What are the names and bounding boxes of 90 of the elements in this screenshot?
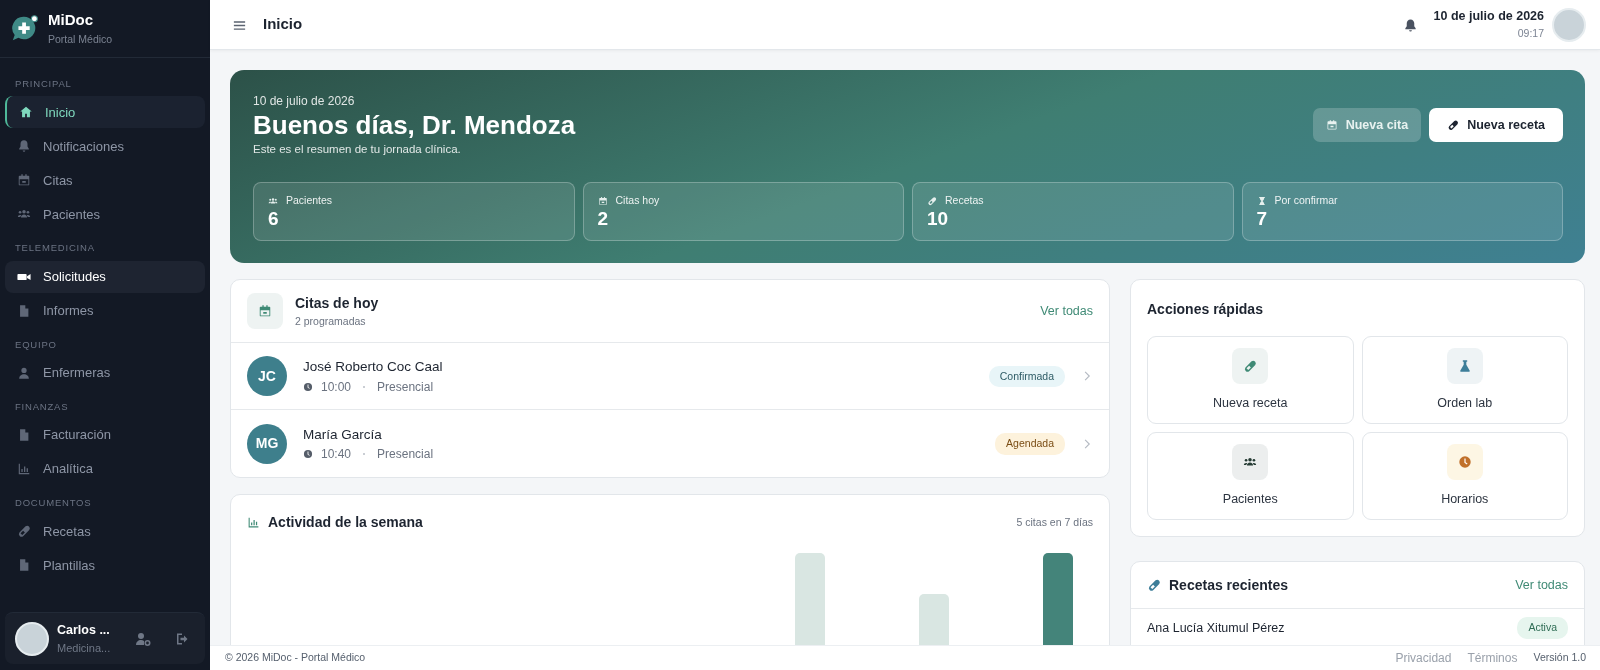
- stat-value: 6: [268, 209, 280, 231]
- appointment-row[interactable]: JC José Roberto Coc Caal 10:00 Presencial Confirmada: [231, 343, 1109, 411]
- flask-icon: [1457, 359, 1472, 374]
- appointment-time: 10:40: [321, 446, 352, 464]
- card-title: Actividad de la semana: [268, 512, 423, 532]
- stat-label: Pacientes: [286, 193, 333, 209]
- pill-icon: [1147, 578, 1161, 593]
- pill-icon: [1243, 359, 1258, 374]
- avatar: [15, 621, 49, 656]
- brand-name: MiDoc: [48, 10, 94, 31]
- patient-name: Ana Lucía Xitumul Pérez: [1147, 619, 1286, 637]
- card-subtitle: 2 programadas: [295, 314, 367, 330]
- pill-icon: [17, 524, 31, 539]
- version-text: Versión 1.0: [1533, 650, 1586, 666]
- stat-value: 10: [927, 209, 950, 231]
- stat-value: 7: [1256, 209, 1269, 231]
- pill-icon: [1447, 119, 1460, 131]
- bell-icon: [1402, 17, 1418, 33]
- sidebar-item[interactable]: Pacientes: [5, 198, 205, 231]
- user-settings-icon: [135, 631, 151, 648]
- clock-icon: [303, 381, 313, 392]
- sidebar-item[interactable]: Enfermeras: [5, 356, 205, 389]
- stat-value: 2: [597, 209, 610, 231]
- sidebar-item[interactable]: Citas: [5, 164, 205, 197]
- header-time: 09:17: [1516, 26, 1544, 41]
- sidebar-item[interactable]: Analítica: [5, 453, 205, 485]
- clock-icon: [1457, 455, 1472, 470]
- bar-chart-icon: [247, 515, 260, 529]
- avatar: [1552, 7, 1586, 42]
- appointment-mode: Presencial: [377, 446, 434, 464]
- home-icon: [19, 105, 33, 120]
- appointment-row[interactable]: MG María García 10:40 Presencial Agendada: [231, 410, 1109, 478]
- quick-action-button[interactable]: Pacientes: [1147, 432, 1354, 521]
- view-all-link[interactable]: Ver todas: [1515, 576, 1568, 595]
- section-title: EQUIPO: [14, 337, 58, 352]
- sidebar-item[interactable]: Inicio: [5, 96, 205, 129]
- section-title: DOCUMENTOS: [14, 496, 93, 510]
- person-icon: [17, 365, 31, 380]
- hero-date: 10 de julio de 2026: [253, 93, 356, 110]
- bar-chart-icon: [17, 462, 31, 476]
- status-badge: Activa: [1517, 617, 1568, 640]
- copyright-text: © 2026 MiDoc - Portal Médico: [225, 650, 366, 666]
- header-date: 10 de julio de 2026: [1433, 8, 1544, 26]
- document-icon: [17, 303, 31, 318]
- hourglass-icon: [1256, 196, 1267, 207]
- new-prescription-button[interactable]: Nueva receta: [1429, 108, 1563, 142]
- calendar-icon: [1325, 119, 1338, 131]
- status-badge: Agendada: [995, 433, 1065, 455]
- user-role: Medicina...: [57, 640, 112, 656]
- sidebar-item[interactable]: Recetas: [5, 515, 205, 548]
- sidebar-item[interactable]: Informes: [5, 294, 205, 327]
- user-name: Carlos ...: [57, 621, 111, 639]
- section-title: TELEMEDICINA: [14, 241, 96, 256]
- initials-avatar: JC: [247, 356, 287, 397]
- stat-label: Por confirmar: [1274, 193, 1338, 209]
- section-title: PRINCIPAL: [14, 77, 73, 91]
- status-badge: Confirmada: [988, 365, 1065, 388]
- quick-action-button[interactable]: Orden lab: [1361, 336, 1568, 425]
- stat-label: Recetas: [945, 193, 984, 209]
- patient-name: María García: [303, 425, 383, 444]
- card-title: Acciones rápidas: [1147, 300, 1264, 320]
- quick-action-button[interactable]: Horarios: [1361, 432, 1568, 521]
- calendar-icon: [258, 304, 272, 319]
- hero-subtitle: Este es el resumen de tu jornada clínica.: [253, 142, 462, 158]
- view-all-link[interactable]: Ver todas: [1040, 302, 1093, 321]
- users-icon: [268, 196, 278, 207]
- stat-label: Citas hoy: [615, 193, 660, 209]
- page-title: Inicio: [263, 14, 303, 35]
- brand-subtitle: Portal Médico: [48, 31, 113, 47]
- sidebar-item[interactable]: Solicitudes: [5, 260, 205, 293]
- card-title: Citas de hoy: [295, 294, 379, 314]
- appointment-time: 10:00: [321, 378, 352, 396]
- sidebar-item[interactable]: Facturación: [5, 419, 205, 451]
- document-icon: [17, 428, 31, 442]
- clock-icon: [303, 449, 313, 460]
- card-title: Recetas recientes: [1169, 575, 1289, 595]
- document-icon: [17, 558, 31, 573]
- activity-summary: 5 citas en 7 días: [1016, 514, 1093, 530]
- sidebar-item[interactable]: Plantillas: [5, 549, 205, 582]
- bell-icon: [17, 139, 31, 154]
- sidebar-item[interactable]: Notificaciones: [5, 130, 205, 163]
- appointment-mode: Presencial: [377, 378, 434, 396]
- calendar-icon: [597, 196, 608, 207]
- patient-name: José Roberto Coc Caal: [303, 358, 444, 377]
- greeting: Buenos días, Dr. Mendoza: [253, 110, 577, 142]
- quick-action-button[interactable]: Nueva receta: [1147, 336, 1354, 425]
- calendar-icon: [17, 173, 31, 188]
- initials-avatar: MG: [247, 423, 287, 464]
- section-title: FINANZAS: [14, 399, 70, 414]
- pill-icon: [927, 196, 937, 207]
